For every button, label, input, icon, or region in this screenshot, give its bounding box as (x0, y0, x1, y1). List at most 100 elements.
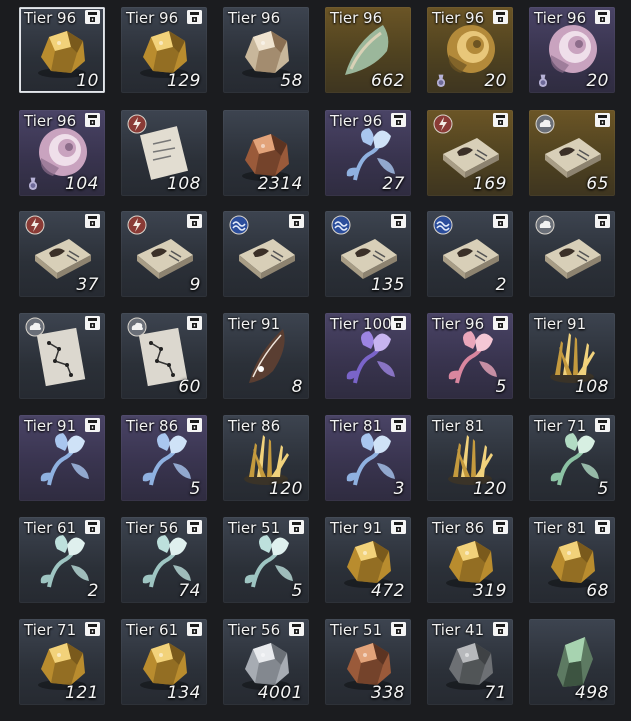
item-quantity: 9 (189, 275, 201, 295)
inventory-slot[interactable]: Tier 91 108 (529, 313, 615, 399)
tier-label: Tier 61 (24, 519, 77, 537)
item-quantity: 5 (597, 479, 609, 499)
inventory-slot[interactable]: Tier 71 121 (19, 619, 105, 705)
inventory-slot[interactable]: 9 (121, 211, 207, 297)
inventory-grid: Tier 96 10 Tier 96 129 Tier 96 58 Tier 96 662 Ti… (0, 0, 631, 721)
inventory-slot[interactable]: Tier 100 (325, 313, 411, 399)
inventory-slot[interactable]: Tier 56 74 (121, 517, 207, 603)
inventory-slot[interactable]: 108 (121, 110, 207, 196)
lock-icon (187, 622, 202, 636)
item-quantity: 27 (382, 174, 405, 194)
inventory-slot[interactable]: Tier 91 (19, 415, 105, 501)
tier-label: Tier 86 (432, 519, 485, 537)
tier-label: Tier 96 (228, 9, 281, 27)
lock-icon (595, 418, 610, 432)
lock-icon (595, 10, 610, 24)
lock-icon (493, 113, 508, 127)
tier-label: Tier 51 (330, 621, 383, 639)
inventory-slot[interactable]: Tier 71 5 (529, 415, 615, 501)
inventory-slot[interactable]: 2314 (223, 110, 309, 196)
lock-icon (391, 113, 406, 127)
inventory-slot[interactable]: Tier 51 338 (325, 619, 411, 705)
inventory-slot[interactable]: Tier 96 20 (529, 7, 615, 93)
lock-icon (85, 10, 100, 24)
tier-label: Tier 91 (24, 417, 77, 435)
tier-label: Tier 96 (432, 9, 485, 27)
inventory-slot[interactable]: Tier 81 3 (325, 415, 411, 501)
tier-label: Tier 86 (228, 417, 281, 435)
tier-label: Tier 81 (330, 417, 383, 435)
tier-label: Tier 96 (126, 9, 179, 27)
inventory-slot[interactable]: Tier 41 71 (427, 619, 513, 705)
item-quantity: 104 (65, 174, 99, 194)
inventory-slot[interactable]: 135 (325, 211, 411, 297)
inventory-slot[interactable]: Tier 96 20 (427, 7, 513, 93)
item-quantity: 71 (484, 683, 507, 703)
inventory-slot[interactable]: Tier 61 134 (121, 619, 207, 705)
item-quantity: 120 (269, 479, 303, 499)
inventory-slot[interactable]: Tier 86 5 (121, 415, 207, 501)
tier-label: Tier 91 (330, 519, 383, 537)
lightning-badge-icon (127, 215, 147, 235)
lock-icon (85, 520, 100, 534)
item-quantity: 5 (189, 479, 201, 499)
item-quantity: 2 (495, 275, 507, 295)
tier-label: Tier 96 (24, 9, 77, 27)
inventory-slot[interactable]: Tier 96 104 (19, 110, 105, 196)
inventory-slot[interactable] (19, 313, 105, 399)
lock-icon (493, 214, 508, 228)
potion-badge-icon (28, 177, 38, 190)
lock-icon (85, 622, 100, 636)
tier-label: Tier 41 (432, 621, 485, 639)
inventory-slot[interactable]: Tier 96 129 (121, 7, 207, 93)
inventory-slot[interactable]: Tier 91 8 (223, 313, 309, 399)
tier-label: Tier 96 (534, 9, 587, 27)
inventory-slot[interactable]: Tier 81 120 (427, 415, 513, 501)
tier-label: Tier 71 (24, 621, 77, 639)
inventory-slot[interactable]: 2 (427, 211, 513, 297)
lock-icon (391, 316, 406, 330)
inventory-slot[interactable]: 60 (121, 313, 207, 399)
tier-label: Tier 91 (228, 315, 281, 333)
lock-icon (493, 520, 508, 534)
tier-label: Tier 96 (432, 315, 485, 333)
lock-icon (187, 316, 202, 330)
lock-icon (595, 520, 610, 534)
cloud-badge-icon (25, 317, 45, 337)
inventory-slot[interactable]: Tier 96 662 (325, 7, 411, 93)
inventory-slot[interactable]: 498 (529, 619, 615, 705)
inventory-slot[interactable]: Tier 86 120 (223, 415, 309, 501)
inventory-slot[interactable]: Tier 91 472 (325, 517, 411, 603)
item-quantity: 108 (575, 377, 609, 397)
inventory-slot[interactable] (223, 211, 309, 297)
lightning-badge-icon (127, 114, 147, 134)
lock-icon (85, 316, 100, 330)
inventory-slot[interactable]: 65 (529, 110, 615, 196)
inventory-slot[interactable]: 37 (19, 211, 105, 297)
lock-icon (493, 316, 508, 330)
inventory-slot[interactable]: 169 (427, 110, 513, 196)
lock-icon (391, 418, 406, 432)
inventory-slot[interactable]: Tier 56 4001 (223, 619, 309, 705)
item-quantity: 319 (473, 581, 507, 601)
inventory-slot[interactable]: Tier 96 10 (19, 7, 105, 93)
cloud-badge-icon (535, 215, 555, 235)
lightning-badge-icon (25, 215, 45, 235)
inventory-slot[interactable] (529, 211, 615, 297)
lock-icon (85, 113, 100, 127)
item-quantity: 3 (393, 479, 405, 499)
inventory-slot[interactable]: Tier 81 68 (529, 517, 615, 603)
item-quantity: 5 (291, 581, 303, 601)
tier-label: Tier 51 (228, 519, 281, 537)
inventory-slot[interactable]: Tier 61 2 (19, 517, 105, 603)
inventory-slot[interactable]: Tier 86 319 (427, 517, 513, 603)
item-quantity: 121 (65, 683, 99, 703)
inventory-slot[interactable]: Tier 96 27 (325, 110, 411, 196)
inventory-slot[interactable]: Tier 51 5 (223, 517, 309, 603)
inventory-slot[interactable]: Tier 96 5 (427, 313, 513, 399)
inventory-slot[interactable]: Tier 96 58 (223, 7, 309, 93)
item-quantity: 135 (371, 275, 405, 295)
item-quantity: 60 (178, 377, 201, 397)
item-quantity: 2314 (257, 174, 303, 194)
lock-icon (391, 520, 406, 534)
